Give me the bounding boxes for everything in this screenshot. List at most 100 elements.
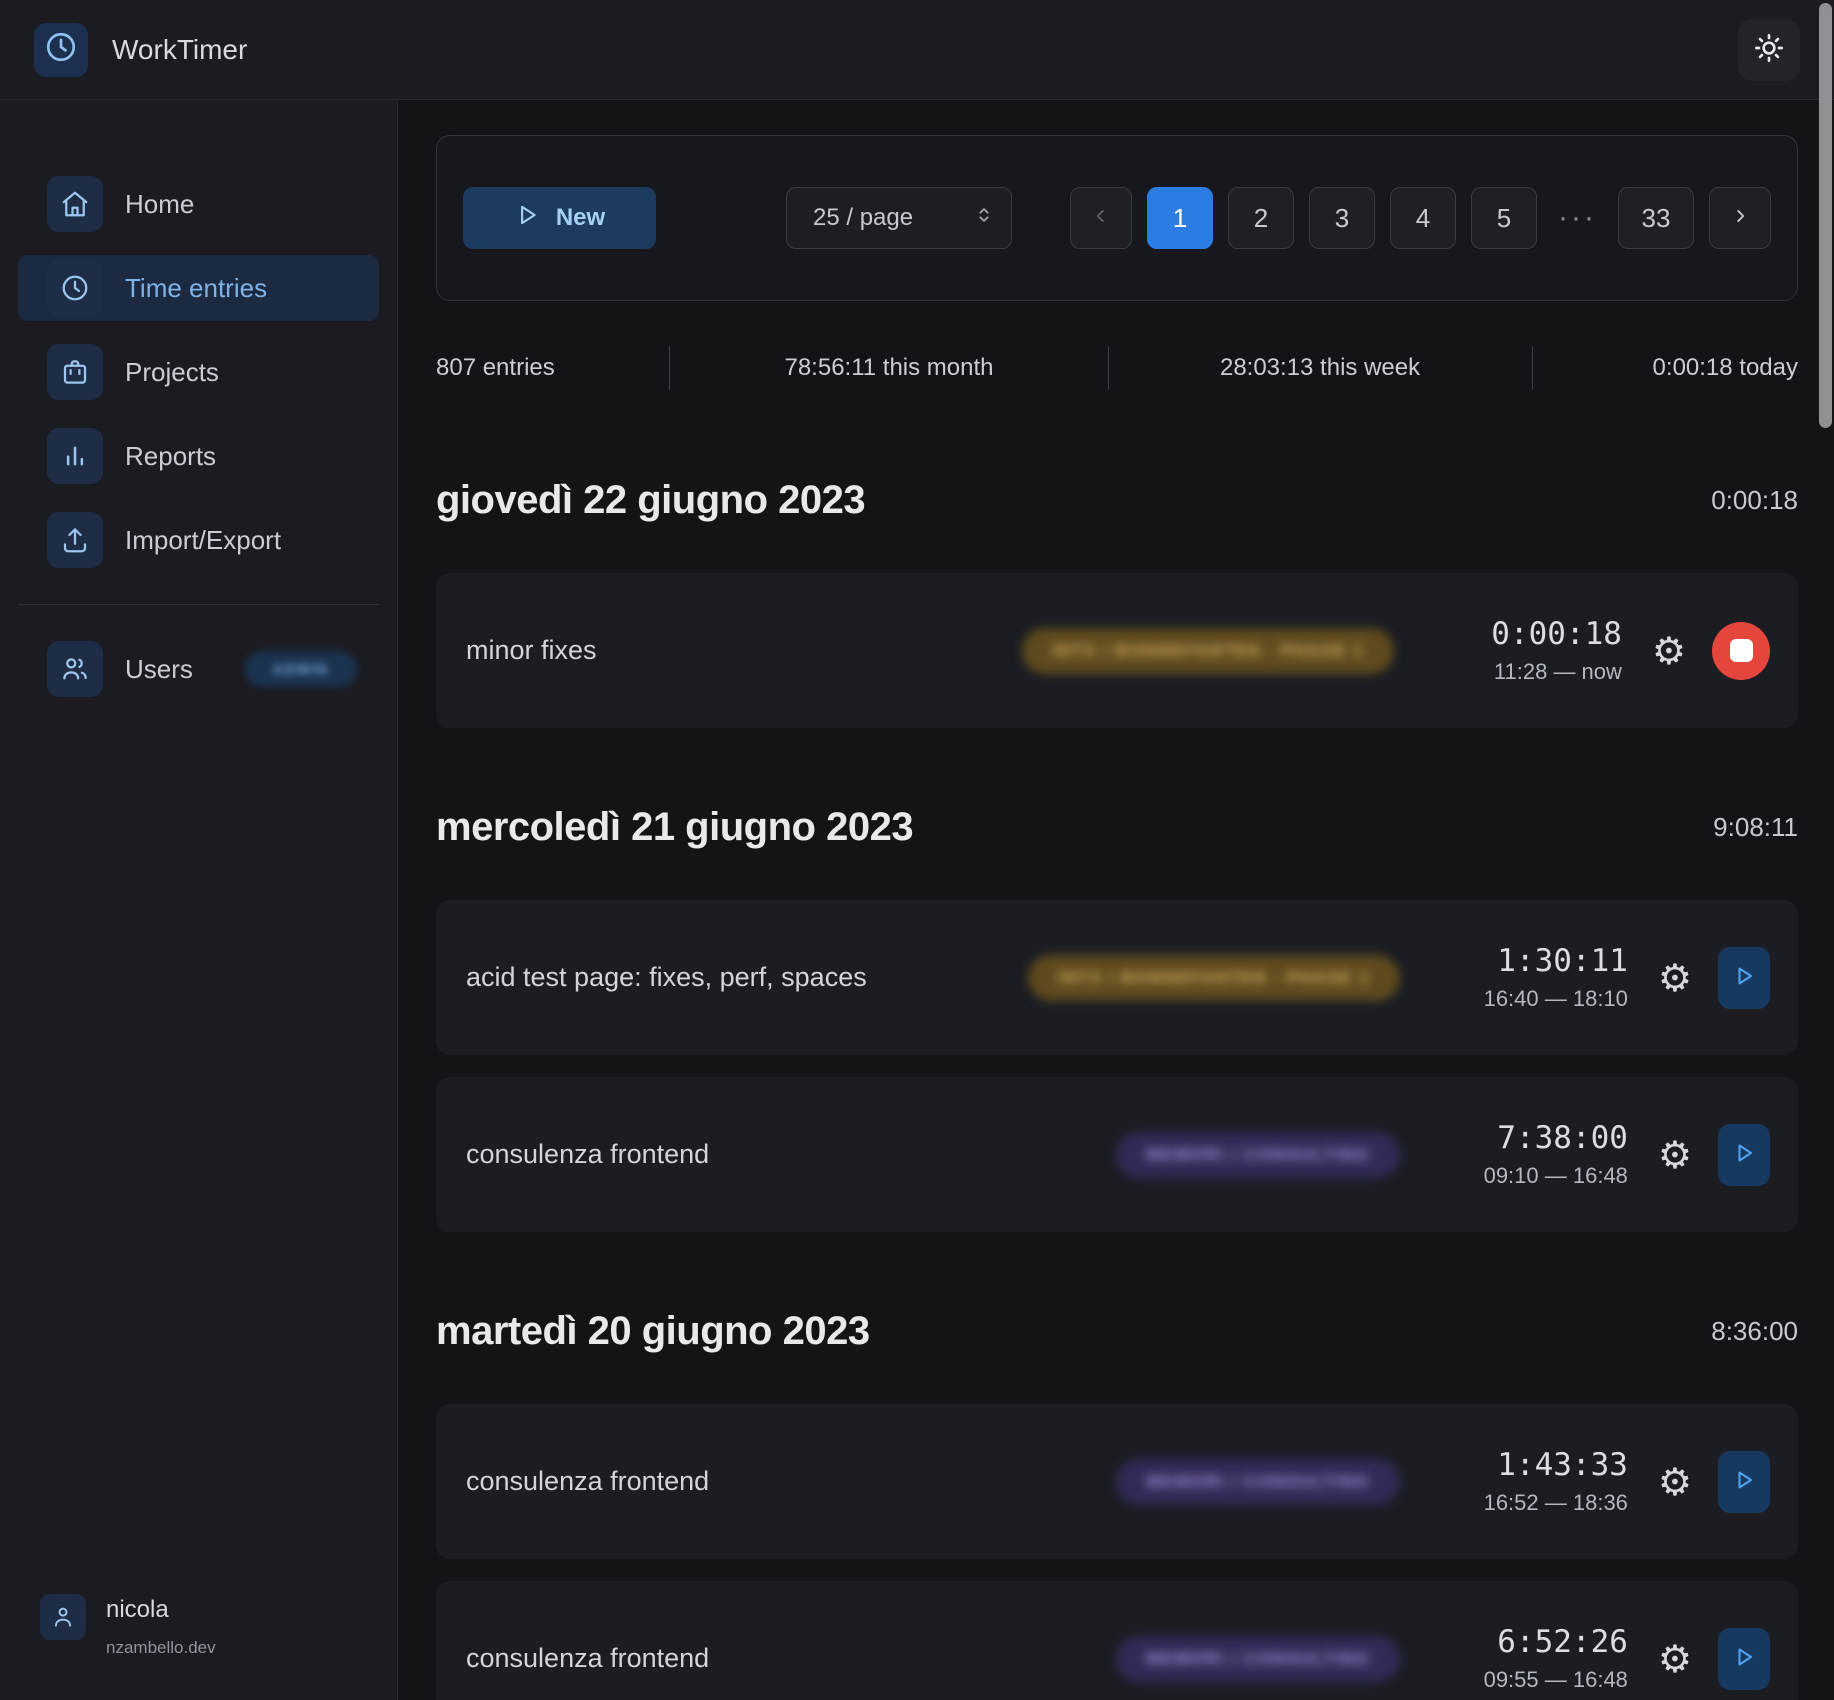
stat-today: 0:00:18 today — [1533, 354, 1798, 382]
time-entry-card: acid test page: fixes, perf, spaces INTX… — [436, 900, 1798, 1055]
entry-settings-button[interactable]: ⚙ — [1652, 632, 1686, 670]
sidebar-item-label: Import/Export — [125, 525, 281, 556]
project-badge: MEMORI / CONSULTING — [1116, 1132, 1400, 1178]
entry-duration-block: 7:38:00 09:10 — 16:48 — [1428, 1120, 1628, 1189]
start-timer-button[interactable] — [1718, 1628, 1770, 1690]
gear-icon: ⚙ — [1658, 1637, 1692, 1681]
theme-toggle-button[interactable] — [1738, 19, 1800, 81]
project-badge: INTX / BONNEFANTEN - PHASE 1 — [1028, 955, 1400, 1001]
gear-icon: ⚙ — [1652, 629, 1686, 673]
bar-chart-icon — [47, 428, 103, 484]
entry-duration: 7:38:00 — [1428, 1120, 1628, 1156]
gear-icon: ⚙ — [1658, 1460, 1692, 1504]
chevron-right-icon — [1729, 203, 1751, 234]
play-icon — [1732, 1468, 1756, 1495]
start-timer-button[interactable] — [1718, 1451, 1770, 1513]
day-section: mercoledì 21 giugno 2023 9:08:11 acid te… — [436, 800, 1798, 1232]
entry-time-range: 11:28 — now — [1422, 659, 1622, 685]
day-total: 8:36:00 — [1711, 1316, 1798, 1347]
sidebar: Home Time entries Projects Reports Impor — [0, 100, 398, 1700]
page-button-4[interactable]: 4 — [1390, 187, 1456, 249]
current-user[interactable]: nicola nzambello.dev — [0, 1594, 397, 1700]
day-header: mercoledì 21 giugno 2023 9:08:11 — [436, 800, 1798, 854]
day-total: 0:00:18 — [1711, 485, 1798, 516]
day-title: mercoledì 21 giugno 2023 — [436, 805, 913, 850]
entry-settings-button[interactable]: ⚙ — [1658, 1640, 1692, 1678]
start-timer-button[interactable] — [1718, 1124, 1770, 1186]
entry-settings-button[interactable]: ⚙ — [1658, 1463, 1692, 1501]
gear-icon: ⚙ — [1658, 1133, 1692, 1177]
toolbar-panel: New 25 / page 1 2 3 4 5 ··· — [436, 135, 1798, 301]
entry-name: consulenza frontend — [466, 1643, 1116, 1674]
entry-name: minor fixes — [466, 635, 1022, 666]
scrollbar-thumb[interactable] — [1819, 3, 1832, 428]
entry-duration-block: 1:30:11 16:40 — 18:10 — [1428, 943, 1628, 1012]
play-icon — [1732, 1645, 1756, 1672]
page-size-select[interactable]: 25 / page — [786, 187, 1012, 249]
home-icon — [47, 176, 103, 232]
gear-icon: ⚙ — [1658, 956, 1692, 1000]
new-entry-label: New — [556, 204, 605, 232]
page-button-1[interactable]: 1 — [1147, 187, 1213, 249]
briefcase-icon — [47, 344, 103, 400]
entry-duration: 6:52:26 — [1428, 1624, 1628, 1660]
chevron-left-icon — [1090, 203, 1112, 234]
next-page-button[interactable] — [1709, 187, 1771, 249]
app-logo[interactable] — [34, 23, 88, 77]
sidebar-item-label: Home — [125, 189, 194, 220]
app-header: WorkTimer — [0, 0, 1834, 100]
sidebar-item-users[interactable]: Users ADMIN — [18, 636, 379, 702]
user-domain: nzambello.dev — [106, 1638, 216, 1658]
day-section: giovedì 22 giugno 2023 0:00:18 minor fix… — [436, 473, 1798, 728]
sidebar-item-label: Users — [125, 654, 193, 685]
prev-page-button[interactable] — [1070, 187, 1132, 249]
entry-duration-block: 0:00:18 11:28 — now — [1422, 616, 1622, 685]
sidebar-item-projects[interactable]: Projects — [18, 339, 379, 405]
page-button-last[interactable]: 33 — [1618, 187, 1694, 249]
sidebar-item-home[interactable]: Home — [18, 171, 379, 237]
entry-time-range: 16:52 — 18:36 — [1428, 1490, 1628, 1516]
page-button-3[interactable]: 3 — [1309, 187, 1375, 249]
entry-time-range: 16:40 — 18:10 — [1428, 986, 1628, 1012]
chevrons-up-down-icon — [973, 204, 995, 233]
entry-duration-block: 1:43:33 16:52 — 18:36 — [1428, 1447, 1628, 1516]
entry-duration: 1:30:11 — [1428, 943, 1628, 979]
new-entry-button[interactable]: New — [463, 187, 656, 249]
day-title: giovedì 22 giugno 2023 — [436, 478, 865, 523]
entry-duration: 1:43:33 — [1428, 1447, 1628, 1483]
app-title: WorkTimer — [112, 34, 247, 66]
entry-name: acid test page: fixes, perf, spaces — [466, 962, 1028, 993]
day-header: martedì 20 giugno 2023 8:36:00 — [436, 1304, 1798, 1358]
time-entry-card: consulenza frontend MEMORI / CONSULTING … — [436, 1077, 1798, 1232]
sidebar-item-reports[interactable]: Reports — [18, 423, 379, 489]
sidebar-item-import-export[interactable]: Import/Export — [18, 507, 379, 573]
project-badge: MEMORI / CONSULTING — [1116, 1636, 1400, 1682]
page-button-2[interactable]: 2 — [1228, 187, 1294, 249]
entry-settings-button[interactable]: ⚙ — [1658, 959, 1692, 997]
start-timer-button[interactable] — [1718, 947, 1770, 1009]
sidebar-item-time-entries[interactable]: Time entries — [18, 255, 379, 321]
sidebar-divider — [18, 604, 379, 605]
entry-name: consulenza frontend — [466, 1466, 1116, 1497]
clock-icon — [44, 30, 78, 69]
entry-duration-block: 6:52:26 09:55 — 16:48 — [1428, 1624, 1628, 1693]
page-button-5[interactable]: 5 — [1471, 187, 1537, 249]
stat-total-entries: 807 entries — [436, 354, 669, 382]
time-entry-card: consulenza frontend MEMORI / CONSULTING … — [436, 1581, 1798, 1700]
play-icon — [1732, 1141, 1756, 1168]
sidebar-item-label: Projects — [125, 357, 219, 388]
sidebar-item-label: Time entries — [125, 273, 267, 304]
stop-timer-button[interactable] — [1712, 622, 1770, 680]
clock-icon — [47, 260, 103, 316]
person-icon — [40, 1594, 86, 1640]
entry-settings-button[interactable]: ⚙ — [1658, 1136, 1692, 1174]
day-header: giovedì 22 giugno 2023 0:00:18 — [436, 473, 1798, 527]
play-icon — [1732, 964, 1756, 991]
sun-icon — [1753, 32, 1785, 67]
time-entry-card: minor fixes INTX / BONNEFANTEN - PHASE 1… — [436, 573, 1798, 728]
pagination: 1 2 3 4 5 ··· 33 — [1070, 187, 1771, 249]
users-icon — [47, 641, 103, 697]
day-total: 9:08:11 — [1713, 812, 1798, 843]
day-title: martedì 20 giugno 2023 — [436, 1309, 870, 1354]
entry-name: consulenza frontend — [466, 1139, 1116, 1170]
